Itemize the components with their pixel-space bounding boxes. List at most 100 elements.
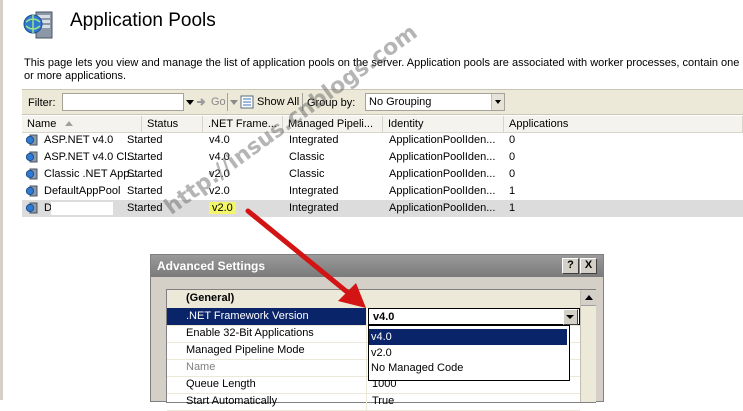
- sort-ascending-icon: [65, 121, 73, 126]
- cell-text: Classic: [289, 151, 325, 163]
- app-pool-icon: [26, 168, 38, 180]
- cell-text: ASP.NET v4.0 Cl...: [44, 151, 136, 163]
- cell-pipeline: Integrated: [289, 200, 339, 217]
- cell-text: ApplicationPoolIden...: [389, 202, 496, 214]
- go-icon: [197, 98, 206, 106]
- cell-text: Integrated: [289, 185, 339, 197]
- page-title: Application Pools: [70, 10, 216, 31]
- property-name: Name: [167, 359, 367, 376]
- cell-text: 1: [509, 202, 516, 214]
- dialog-title-bar[interactable]: Advanced Settings ? X: [151, 255, 603, 277]
- cell-apps: 0: [509, 132, 515, 149]
- cell-identity: ApplicationPoolIden...: [389, 200, 495, 217]
- column-header-identity[interactable]: Identity: [383, 116, 504, 132]
- help-button[interactable]: ?: [562, 258, 579, 274]
- filter-label: Filter:: [28, 97, 56, 109]
- cell-text: ApplicationPoolIden...: [389, 185, 496, 197]
- framework-version-dropdown-list: v4.0 v2.0 No Managed Code: [368, 325, 570, 381]
- cell-apps: 0: [509, 149, 515, 166]
- cell-text: Integrated: [289, 202, 339, 214]
- cell-status: Started: [127, 200, 162, 217]
- scroll-up-icon[interactable]: [581, 290, 596, 306]
- grid-header: Name Status .NET Frame... Managed Pipeli…: [22, 116, 743, 133]
- chevron-down-icon[interactable]: [563, 309, 578, 325]
- cell-status: Started: [127, 166, 162, 183]
- column-header-status[interactable]: Status: [142, 116, 203, 132]
- property-name: Queue Length: [167, 376, 367, 393]
- toolbar-separator: [227, 93, 228, 111]
- go-label: Go: [211, 96, 226, 108]
- property-row[interactable]: .NET Framework Version v4.0: [167, 308, 580, 326]
- cell-identity: ApplicationPoolIden...: [389, 183, 495, 200]
- chevron-down-icon[interactable]: [491, 94, 504, 110]
- application-pools-icon: [23, 11, 53, 39]
- cell-status: Started: [127, 149, 162, 166]
- cell-text: Integrated: [289, 134, 339, 146]
- property-name: .NET Framework Version: [167, 308, 367, 325]
- table-row[interactable]: D Started v2.0 Integrated ApplicationPoolIde…: [22, 200, 743, 217]
- table-row[interactable]: DefaultAppPool Started v2.0 Integrated Appli…: [22, 183, 743, 200]
- framework-version-value[interactable]: v4.0: [368, 308, 580, 325]
- property-grid-scrollbar[interactable]: [580, 290, 596, 402]
- column-header-applications[interactable]: Applications: [504, 116, 743, 132]
- cell-pipeline: Integrated: [289, 132, 339, 149]
- cell-text: ApplicationPoolIden...: [389, 168, 496, 180]
- property-value[interactable]: True: [368, 393, 580, 410]
- cell-text: DefaultAppPool: [44, 185, 121, 197]
- cell-text: v2.0: [209, 202, 236, 214]
- property-name: Managed Pipeline Mode: [167, 342, 367, 359]
- dropdown-option-no-managed-code[interactable]: No Managed Code: [369, 360, 567, 376]
- app-pool-icon: [26, 134, 38, 146]
- group-by-value: No Grouping: [369, 96, 432, 108]
- column-header-name[interactable]: Name: [22, 116, 142, 132]
- cell-pipeline: Integrated: [289, 183, 339, 200]
- cell-text: Classic: [289, 168, 325, 180]
- category-label: (General): [167, 290, 580, 307]
- property-name: Enable 32-Bit Applications: [167, 325, 367, 342]
- cell-text: 0: [509, 151, 516, 163]
- show-all-icon: [240, 95, 254, 109]
- cell-status: Started: [127, 183, 162, 200]
- cell-identity: ApplicationPoolIden...: [389, 132, 495, 149]
- cell-text: Started: [127, 202, 163, 214]
- dropdown-option-v2[interactable]: v2.0: [369, 345, 567, 361]
- dropdown-option-v4[interactable]: v4.0: [369, 329, 567, 345]
- cell-identity: ApplicationPoolIden...: [389, 166, 495, 183]
- cell-text: Started: [127, 185, 163, 197]
- table-row[interactable]: ASP.NET v4.0 Started v4.0 Integrated Applica…: [22, 132, 743, 149]
- show-all-dropdown[interactable]: [230, 95, 238, 109]
- go-button[interactable]: Go: [196, 95, 226, 109]
- cell-text: v4.0: [209, 134, 230, 146]
- cell-pipeline: Classic: [289, 149, 324, 166]
- cell-text: ASP.NET v4.0: [44, 134, 114, 146]
- cell-text: Started: [127, 168, 163, 180]
- cell-pipeline: Classic: [289, 166, 324, 183]
- table-row[interactable]: ASP.NET v4.0 Cl... Started v4.0 Classic Appl…: [22, 149, 743, 166]
- app-pool-icon: [26, 185, 38, 197]
- cell-text: 1: [509, 185, 516, 197]
- close-button[interactable]: X: [580, 258, 597, 274]
- app-pool-icon: [26, 202, 38, 214]
- filter-input[interactable]: [62, 93, 184, 111]
- cell-text: 0: [509, 134, 516, 146]
- cell-identity: ApplicationPoolIden...: [389, 149, 495, 166]
- filter-toolbar: Filter: Go Show All Group by: No Groupin…: [22, 89, 743, 115]
- redacted-name-block: [51, 202, 113, 215]
- cell-name: ASP.NET v4.0 Cl...: [44, 149, 136, 166]
- property-name: Start Automatically: [167, 393, 367, 410]
- dialog-title: Advanced Settings: [157, 259, 266, 273]
- cell-apps: 1: [509, 200, 515, 217]
- filter-dropdown-button[interactable]: [186, 95, 194, 109]
- cell-text: ApplicationPoolIden...: [389, 151, 496, 163]
- cell-apps: 0: [509, 166, 515, 183]
- cell-status: Started: [127, 132, 162, 149]
- table-row[interactable]: Classic .NET App... Started v2.0 Classic App…: [22, 166, 743, 183]
- property-row[interactable]: Start Automatically True: [167, 393, 580, 411]
- chevron-down-icon: [186, 100, 194, 105]
- cell-text: Classic .NET App...: [44, 168, 139, 180]
- app-pool-icon: [26, 151, 38, 163]
- group-by-select[interactable]: No Grouping: [365, 93, 505, 111]
- category-general[interactable]: (General): [167, 290, 580, 308]
- cell-text: 0: [509, 168, 516, 180]
- left-pane-edge: [0, 0, 3, 400]
